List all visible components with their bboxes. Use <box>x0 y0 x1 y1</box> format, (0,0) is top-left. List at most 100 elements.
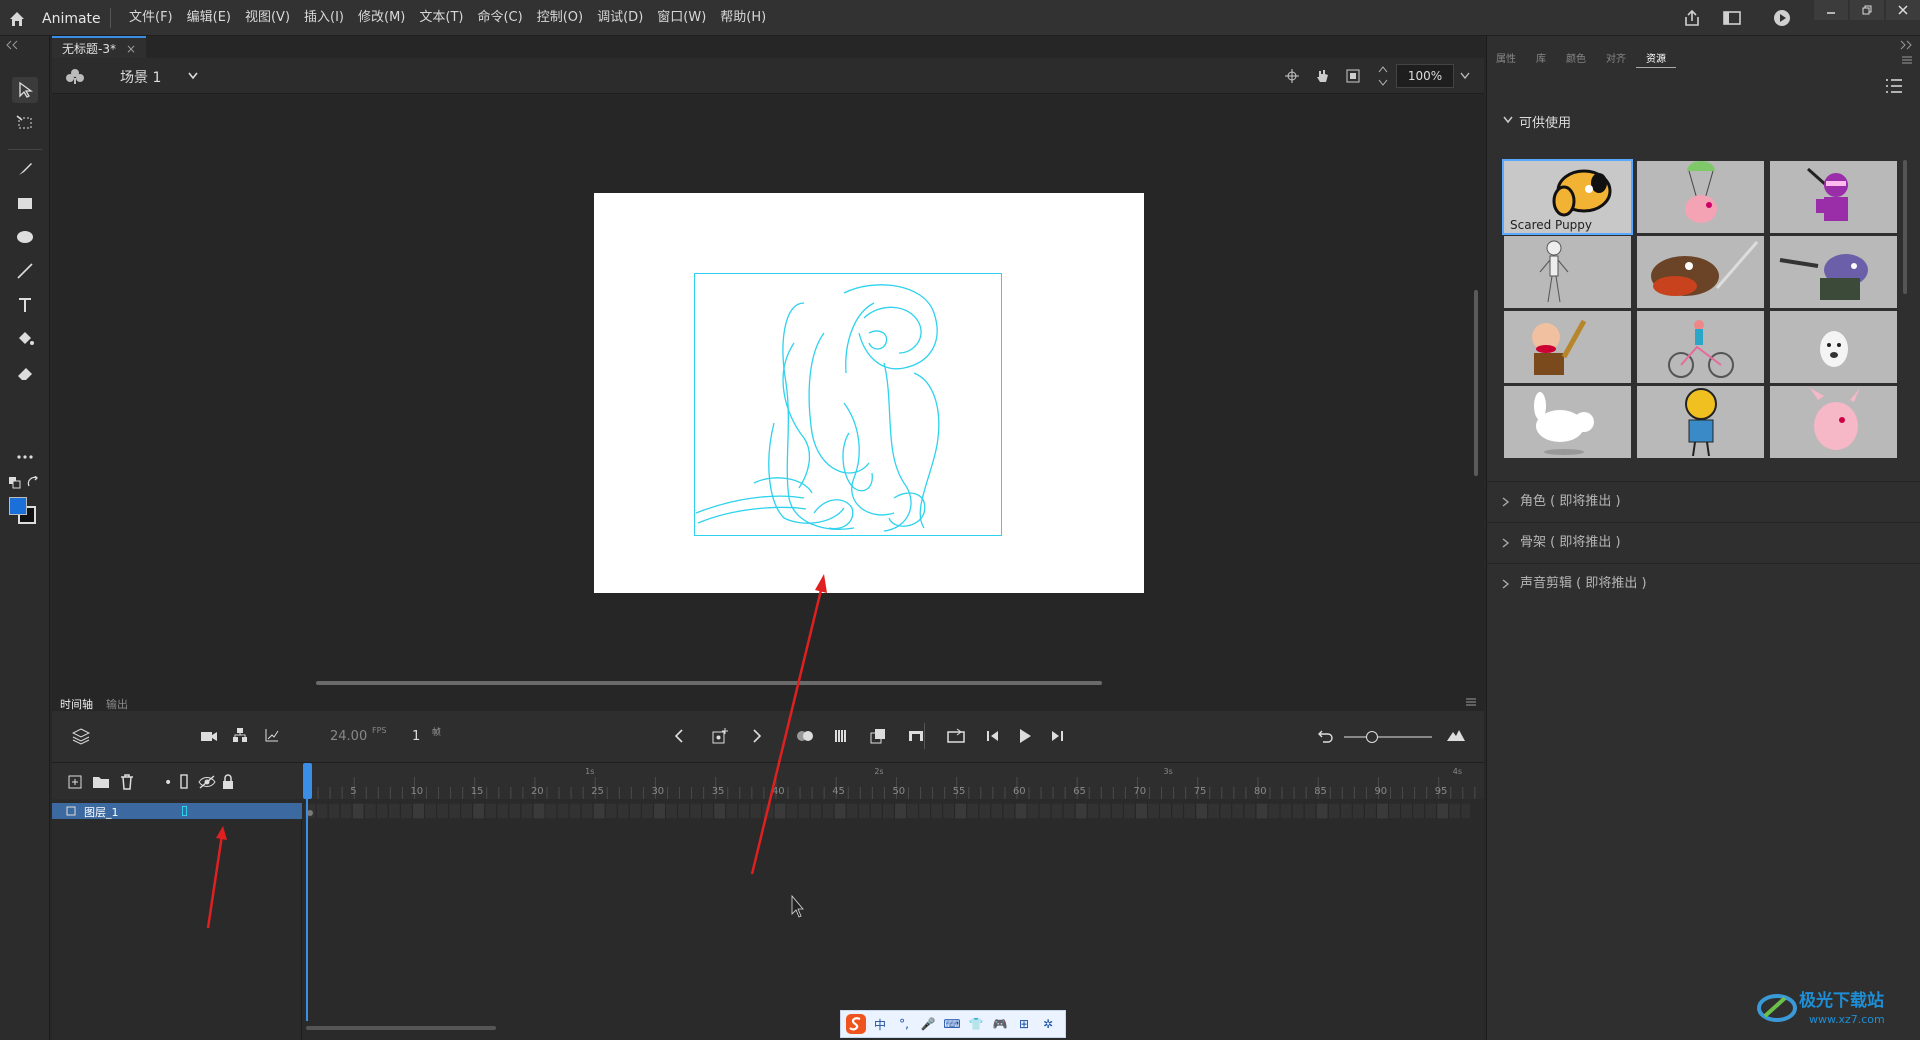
tab-output[interactable]: 输出 <box>106 696 128 712</box>
ime-item-1[interactable]: °, <box>893 1017 915 1031</box>
fps-value[interactable]: 24.00 <box>330 729 367 744</box>
layer-name[interactable]: 图层_1 <box>84 804 119 820</box>
collapse-panel-icon[interactable] <box>6 40 18 50</box>
menu-item-1[interactable]: 编辑(E) <box>180 0 238 36</box>
asset-section-1[interactable]: 骨架 ( 即将推出 ) <box>1486 522 1920 562</box>
menu-item-10[interactable]: 帮助(H) <box>713 0 773 36</box>
ime-item-4[interactable]: 👕 <box>965 1017 987 1031</box>
asset-cyclist[interactable] <box>1637 311 1764 383</box>
ime-item-0[interactable]: 中 <box>869 1016 891 1033</box>
parent-layer-icon[interactable] <box>232 727 248 743</box>
highlight-layers-dot[interactable]: • <box>164 775 172 791</box>
paint-bucket-tool[interactable] <box>12 326 38 352</box>
chevron-down-icon[interactable] <box>188 72 198 80</box>
outline-icon[interactable] <box>180 774 188 790</box>
hand-icon[interactable] <box>1314 68 1330 84</box>
layer-frames[interactable] <box>304 803 1470 819</box>
asset-pink-pig[interactable] <box>1770 386 1897 458</box>
previous-keyframe-icon[interactable] <box>674 729 684 743</box>
menu-item-0[interactable]: 文件(F) <box>122 0 180 36</box>
menu-item-8[interactable]: 调试(D) <box>590 0 650 36</box>
sogou-logo-icon[interactable] <box>845 1013 867 1035</box>
ime-item-3[interactable]: ⌨ <box>941 1017 963 1031</box>
asset-old-man-club[interactable] <box>1504 311 1631 383</box>
clip-canvas-icon[interactable] <box>1346 69 1360 83</box>
zoom-dropdown-icon[interactable] <box>1460 72 1470 80</box>
tab-timeline[interactable]: 时间轴 <box>60 696 93 712</box>
step-forward-icon[interactable] <box>1050 729 1064 743</box>
menu-item-3[interactable]: 插入(I) <box>297 0 351 36</box>
panel-tab-0[interactable]: 属性 <box>1486 52 1526 68</box>
zoom-stepper-icon[interactable] <box>1378 64 1388 88</box>
frame-zoom-slider-handle[interactable] <box>1366 731 1378 743</box>
puppy-outline-drawing[interactable] <box>694 273 1002 536</box>
panel-tab-2[interactable]: 颜色 <box>1556 52 1596 68</box>
stage-vertical-scrollbar[interactable] <box>1474 290 1478 476</box>
workspace-icon[interactable] <box>1722 9 1742 27</box>
asset-rabbit[interactable] <box>1504 386 1631 458</box>
timeline-scrollbar[interactable] <box>306 1026 496 1030</box>
restore-button[interactable] <box>1850 0 1884 20</box>
frame-zoom-slider[interactable] <box>1344 736 1432 738</box>
rectangle-tool[interactable] <box>12 190 38 216</box>
brush-tool[interactable] <box>12 156 38 182</box>
menu-item-2[interactable]: 视图(V) <box>238 0 297 36</box>
zoom-input[interactable]: 100% <box>1396 64 1454 88</box>
test-movie-icon[interactable] <box>1772 9 1792 27</box>
fill-color-swatch[interactable] <box>9 497 27 515</box>
asset-pig-parachute[interactable] <box>1637 161 1764 233</box>
ime-item-5[interactable]: 🎮 <box>989 1017 1011 1031</box>
scene-label[interactable]: 场景 1 <box>120 67 161 87</box>
minimize-button[interactable] <box>1814 0 1848 20</box>
playhead[interactable] <box>303 763 312 799</box>
hide-layer-icon[interactable] <box>198 775 216 789</box>
default-colors-icon[interactable] <box>8 476 22 490</box>
menu-item-5[interactable]: 文本(T) <box>412 0 470 36</box>
list-view-icon[interactable] <box>1885 78 1903 94</box>
onion-skin-icon[interactable] <box>796 729 814 743</box>
play-icon[interactable] <box>1018 728 1032 744</box>
panel-menu-icon[interactable] <box>1466 698 1476 706</box>
close-tab-icon[interactable]: × <box>126 38 136 58</box>
menu-item-6[interactable]: 命令(C) <box>470 0 529 36</box>
camera-icon[interactable] <box>200 729 218 743</box>
asset-section-2[interactable]: 声音剪辑 ( 即将推出 ) <box>1486 563 1920 603</box>
eraser-tool[interactable] <box>12 360 38 386</box>
asset-warrior-sword[interactable] <box>1637 236 1764 308</box>
ime-item-6[interactable]: ⊞ <box>1013 1017 1035 1031</box>
create-tween-icon[interactable] <box>870 728 886 744</box>
panel-tab-4[interactable]: 资源 <box>1636 52 1676 68</box>
undo-zoom-icon[interactable] <box>1318 729 1334 743</box>
new-folder-icon[interactable] <box>92 775 110 789</box>
more-tools-button[interactable] <box>12 444 38 470</box>
assets-scrollbar[interactable] <box>1903 160 1907 294</box>
section-expanded-icon[interactable] <box>1503 116 1513 124</box>
menu-item-9[interactable]: 窗口(W) <box>650 0 713 36</box>
share-icon[interactable] <box>1682 9 1702 27</box>
zoom-fit-icon[interactable] <box>1446 728 1466 742</box>
available-section-title[interactable]: 可供使用 <box>1519 112 1571 131</box>
expand-panel-icon[interactable] <box>1900 40 1912 50</box>
menu-item-7[interactable]: 控制(O) <box>530 0 590 36</box>
panel-tab-1[interactable]: 库 <box>1526 52 1556 68</box>
close-window-button[interactable] <box>1886 0 1920 20</box>
swap-colors-icon[interactable] <box>27 476 41 490</box>
ime-item-2[interactable]: 🎤 <box>917 1017 939 1031</box>
selection-tool[interactable] <box>12 77 38 103</box>
graph-icon[interactable] <box>264 727 280 743</box>
layer-outline-color[interactable] <box>182 806 187 816</box>
panel-tab-3[interactable]: 对齐 <box>1596 52 1636 68</box>
asset-skeleton[interactable] <box>1504 236 1631 308</box>
asset-scared-puppy[interactable]: Scared Puppy <box>1502 159 1633 235</box>
current-frame[interactable]: 1 <box>412 729 420 744</box>
new-layer-icon[interactable] <box>68 775 82 789</box>
asset-section-0[interactable]: 角色 ( 即将推出 ) <box>1486 481 1920 521</box>
lock-icon[interactable] <box>222 774 234 790</box>
edit-multiple-frames-icon[interactable] <box>834 728 850 744</box>
insert-frame-icon[interactable] <box>908 729 924 743</box>
oval-tool[interactable] <box>12 224 38 250</box>
text-tool[interactable] <box>12 292 38 318</box>
layer-row[interactable]: 图层_1 <box>52 803 302 819</box>
delete-layer-icon[interactable] <box>120 774 134 790</box>
snap-icon[interactable] <box>1285 69 1299 83</box>
